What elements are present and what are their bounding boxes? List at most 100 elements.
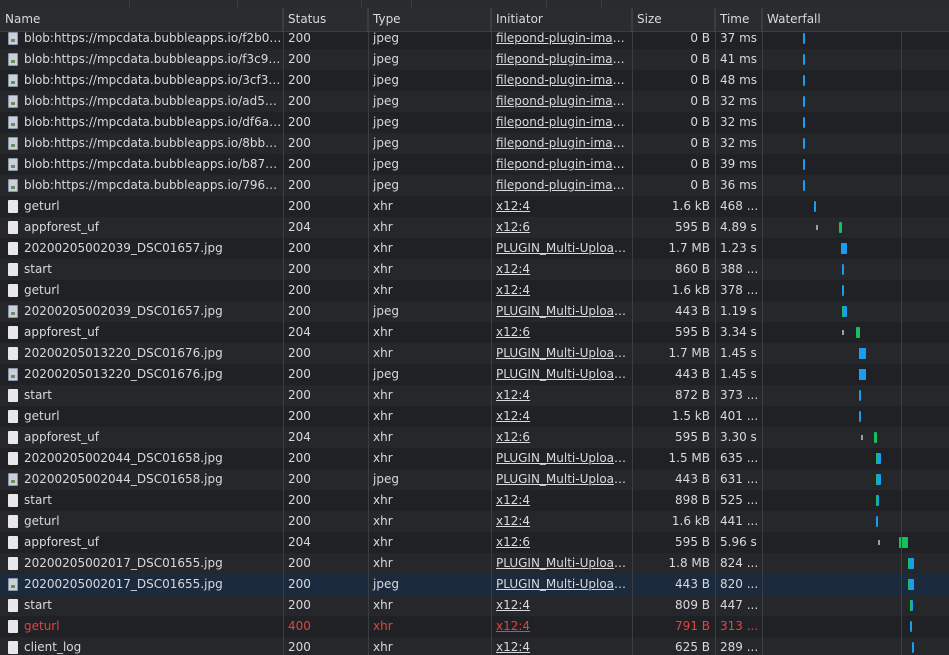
request-initiator-link[interactable]: filepond-plugin-image... bbox=[491, 154, 632, 175]
waterfall-queue-marker bbox=[878, 540, 880, 545]
request-initiator-link[interactable]: x12:6 bbox=[491, 322, 632, 343]
request-initiator-link[interactable]: x12:4 bbox=[491, 406, 632, 427]
table-row[interactable]: geturl 200 xhr x12:4 1.6 kB 378 ... bbox=[0, 280, 949, 301]
waterfall-bar bbox=[859, 348, 866, 359]
column-header-status[interactable]: Status bbox=[283, 8, 368, 31]
request-initiator-link[interactable]: PLUGIN_Multi-Uploade... bbox=[491, 343, 632, 364]
table-row[interactable]: 20200205002039_DSC01657.jpg 200 jpeg PLUGIN… bbox=[0, 301, 949, 322]
request-initiator-link[interactable]: PLUGIN_Multi-Uploade... bbox=[491, 238, 632, 259]
request-initiator-link[interactable]: filepond-plugin-image... bbox=[491, 112, 632, 133]
request-initiator-link[interactable]: PLUGIN_Multi-Uploade... bbox=[491, 301, 632, 322]
table-row[interactable]: appforest_uf 204 xhr x12:6 595 B 3.34 s bbox=[0, 322, 949, 343]
table-row[interactable]: 20200205013220_DSC01676.jpg 200 xhr PLUGIN_… bbox=[0, 343, 949, 364]
request-size: 860 B bbox=[675, 262, 710, 276]
request-initiator-link[interactable]: x12:6 bbox=[491, 532, 632, 553]
request-status: 204 bbox=[288, 430, 311, 444]
request-size: 443 B bbox=[675, 367, 710, 381]
request-size: 872 B bbox=[675, 388, 710, 402]
request-type: xhr bbox=[373, 619, 393, 633]
table-row[interactable]: 20200205002044_DSC01658.jpg 200 jpeg PLUGIN… bbox=[0, 469, 949, 490]
table-row[interactable]: blob:https://mpcdata.bubbleapps.io/3cf3e… bbox=[0, 70, 949, 91]
timeline-segment bbox=[361, 0, 412, 8]
waterfall-bar bbox=[803, 159, 805, 170]
waterfall-cell bbox=[762, 427, 949, 448]
request-initiator-link[interactable]: PLUGIN_Multi-Uploade... bbox=[491, 469, 632, 490]
request-initiator-link[interactable]: x12:4 bbox=[491, 280, 632, 301]
table-row[interactable]: start 200 xhr x12:4 860 B 388 ... bbox=[0, 259, 949, 280]
request-size: 898 B bbox=[675, 493, 710, 507]
request-status: 200 bbox=[288, 346, 311, 360]
request-initiator-link[interactable]: PLUGIN_Multi-Uploade... bbox=[491, 448, 632, 469]
request-name: start bbox=[24, 493, 52, 507]
waterfall-wait-segment bbox=[859, 348, 860, 359]
request-initiator-link[interactable]: filepond-plugin-image... bbox=[491, 91, 632, 112]
table-row[interactable]: 20200205002044_DSC01658.jpg 200 xhr PLUGIN_… bbox=[0, 448, 949, 469]
request-time: 5.96 s bbox=[720, 535, 757, 549]
request-initiator-link[interactable]: x12:4 bbox=[491, 196, 632, 217]
waterfall-cell bbox=[762, 637, 949, 655]
request-time: 401 ... bbox=[720, 409, 759, 423]
request-initiator-link[interactable]: PLUGIN_Multi-Uploade... bbox=[491, 574, 632, 595]
table-row[interactable]: 20200205002017_DSC01655.jpg 200 xhr PLUGIN_… bbox=[0, 553, 949, 574]
table-row[interactable]: start 200 xhr x12:4 809 B 447 ... bbox=[0, 595, 949, 616]
table-row[interactable]: blob:https://mpcdata.bubbleapps.io/ad5d9… bbox=[0, 91, 949, 112]
waterfall-bar bbox=[874, 432, 877, 443]
table-row[interactable]: start 200 xhr x12:4 898 B 525 ... bbox=[0, 490, 949, 511]
table-row[interactable]: blob:https://mpcdata.bubbleapps.io/f3c9d… bbox=[0, 49, 949, 70]
request-time: 525 ... bbox=[720, 493, 759, 507]
column-header-name[interactable]: Name bbox=[0, 8, 283, 31]
request-initiator-link[interactable]: filepond-plugin-image... bbox=[491, 133, 632, 154]
waterfall-cell bbox=[762, 448, 949, 469]
waterfall-cell bbox=[762, 553, 949, 574]
request-initiator-link[interactable]: x12:6 bbox=[491, 427, 632, 448]
table-row[interactable]: blob:https://mpcdata.bubbleapps.io/8bbbb… bbox=[0, 133, 949, 154]
request-status: 200 bbox=[288, 640, 311, 654]
request-initiator-link[interactable]: x12:4 bbox=[491, 259, 632, 280]
request-status: 200 bbox=[288, 598, 311, 612]
request-initiator-link[interactable]: x12:4 bbox=[491, 616, 632, 637]
request-time: 820 ... bbox=[720, 577, 759, 591]
table-row[interactable]: appforest_uf 204 xhr x12:6 595 B 5.96 s bbox=[0, 532, 949, 553]
request-name: appforest_uf bbox=[24, 535, 99, 549]
table-row[interactable]: blob:https://mpcdata.bubbleapps.io/79654… bbox=[0, 175, 949, 196]
request-size: 1.6 kB bbox=[671, 514, 710, 528]
table-row[interactable]: start 200 xhr x12:4 872 B 373 ... bbox=[0, 385, 949, 406]
request-initiator-link[interactable]: PLUGIN_Multi-Uploade... bbox=[491, 553, 632, 574]
table-row[interactable]: geturl 200 xhr x12:4 1.6 kB 468 ... bbox=[0, 196, 949, 217]
request-name: blob:https://mpcdata.bubbleapps.io/f3c9d… bbox=[24, 52, 283, 66]
column-header-initiator[interactable]: Initiator bbox=[491, 8, 632, 31]
request-size: 791 B bbox=[675, 619, 710, 633]
request-initiator-link[interactable]: filepond-plugin-image... bbox=[491, 175, 632, 196]
table-row[interactable]: client_log 200 xhr x12:4 625 B 289 ... bbox=[0, 637, 949, 655]
request-type: xhr bbox=[373, 430, 393, 444]
table-row[interactable]: blob:https://mpcdata.bubbleapps.io/b878b… bbox=[0, 154, 949, 175]
table-row[interactable]: blob:https://mpcdata.bubbleapps.io/df6a4… bbox=[0, 112, 949, 133]
column-header-type[interactable]: Type bbox=[368, 8, 491, 31]
request-initiator-link[interactable]: filepond-plugin-image... bbox=[491, 49, 632, 70]
table-row[interactable]: geturl 200 xhr x12:4 1.6 kB 441 ... bbox=[0, 511, 949, 532]
table-row[interactable]: appforest_uf 204 xhr x12:6 595 B 4.89 s bbox=[0, 217, 949, 238]
table-row[interactable]: 20200205002039_DSC01657.jpg 200 xhr PLUGIN_… bbox=[0, 238, 949, 259]
request-initiator-link[interactable]: x12:4 bbox=[491, 637, 632, 655]
request-initiator-link[interactable]: x12:6 bbox=[491, 217, 632, 238]
table-row[interactable]: 20200205013220_DSC01676.jpg 200 jpeg PLUGIN… bbox=[0, 364, 949, 385]
table-row[interactable]: 20200205002017_DSC01655.jpg 200 jpeg PLUGIN… bbox=[0, 574, 949, 595]
request-initiator-link[interactable]: filepond-plugin-image... bbox=[491, 32, 632, 49]
column-header-time[interactable]: Time bbox=[715, 8, 762, 31]
request-initiator-link[interactable]: x12:4 bbox=[491, 385, 632, 406]
request-name: blob:https://mpcdata.bubbleapps.io/ad5d9… bbox=[24, 94, 283, 108]
request-initiator-link[interactable]: x12:4 bbox=[491, 490, 632, 511]
table-row[interactable]: appforest_uf 204 xhr x12:6 595 B 3.30 s bbox=[0, 427, 949, 448]
table-row[interactable]: blob:https://mpcdata.bubbleapps.io/f2b0a… bbox=[0, 32, 949, 49]
request-size: 1.8 MB bbox=[668, 556, 710, 570]
column-header-size[interactable]: Size bbox=[632, 8, 715, 31]
request-initiator-link[interactable]: filepond-plugin-image... bbox=[491, 70, 632, 91]
request-initiator-link[interactable]: x12:4 bbox=[491, 511, 632, 532]
column-header-waterfall[interactable]: Waterfall bbox=[762, 8, 949, 31]
waterfall-cell bbox=[762, 490, 949, 511]
table-row[interactable]: geturl 200 xhr x12:4 1.5 kB 401 ... bbox=[0, 406, 949, 427]
request-initiator-link[interactable]: PLUGIN_Multi-Uploade... bbox=[491, 364, 632, 385]
table-row[interactable]: geturl 400 xhr x12:4 791 B 313 ... bbox=[0, 616, 949, 637]
request-initiator-link[interactable]: x12:4 bbox=[491, 595, 632, 616]
request-type: jpeg bbox=[373, 32, 399, 45]
